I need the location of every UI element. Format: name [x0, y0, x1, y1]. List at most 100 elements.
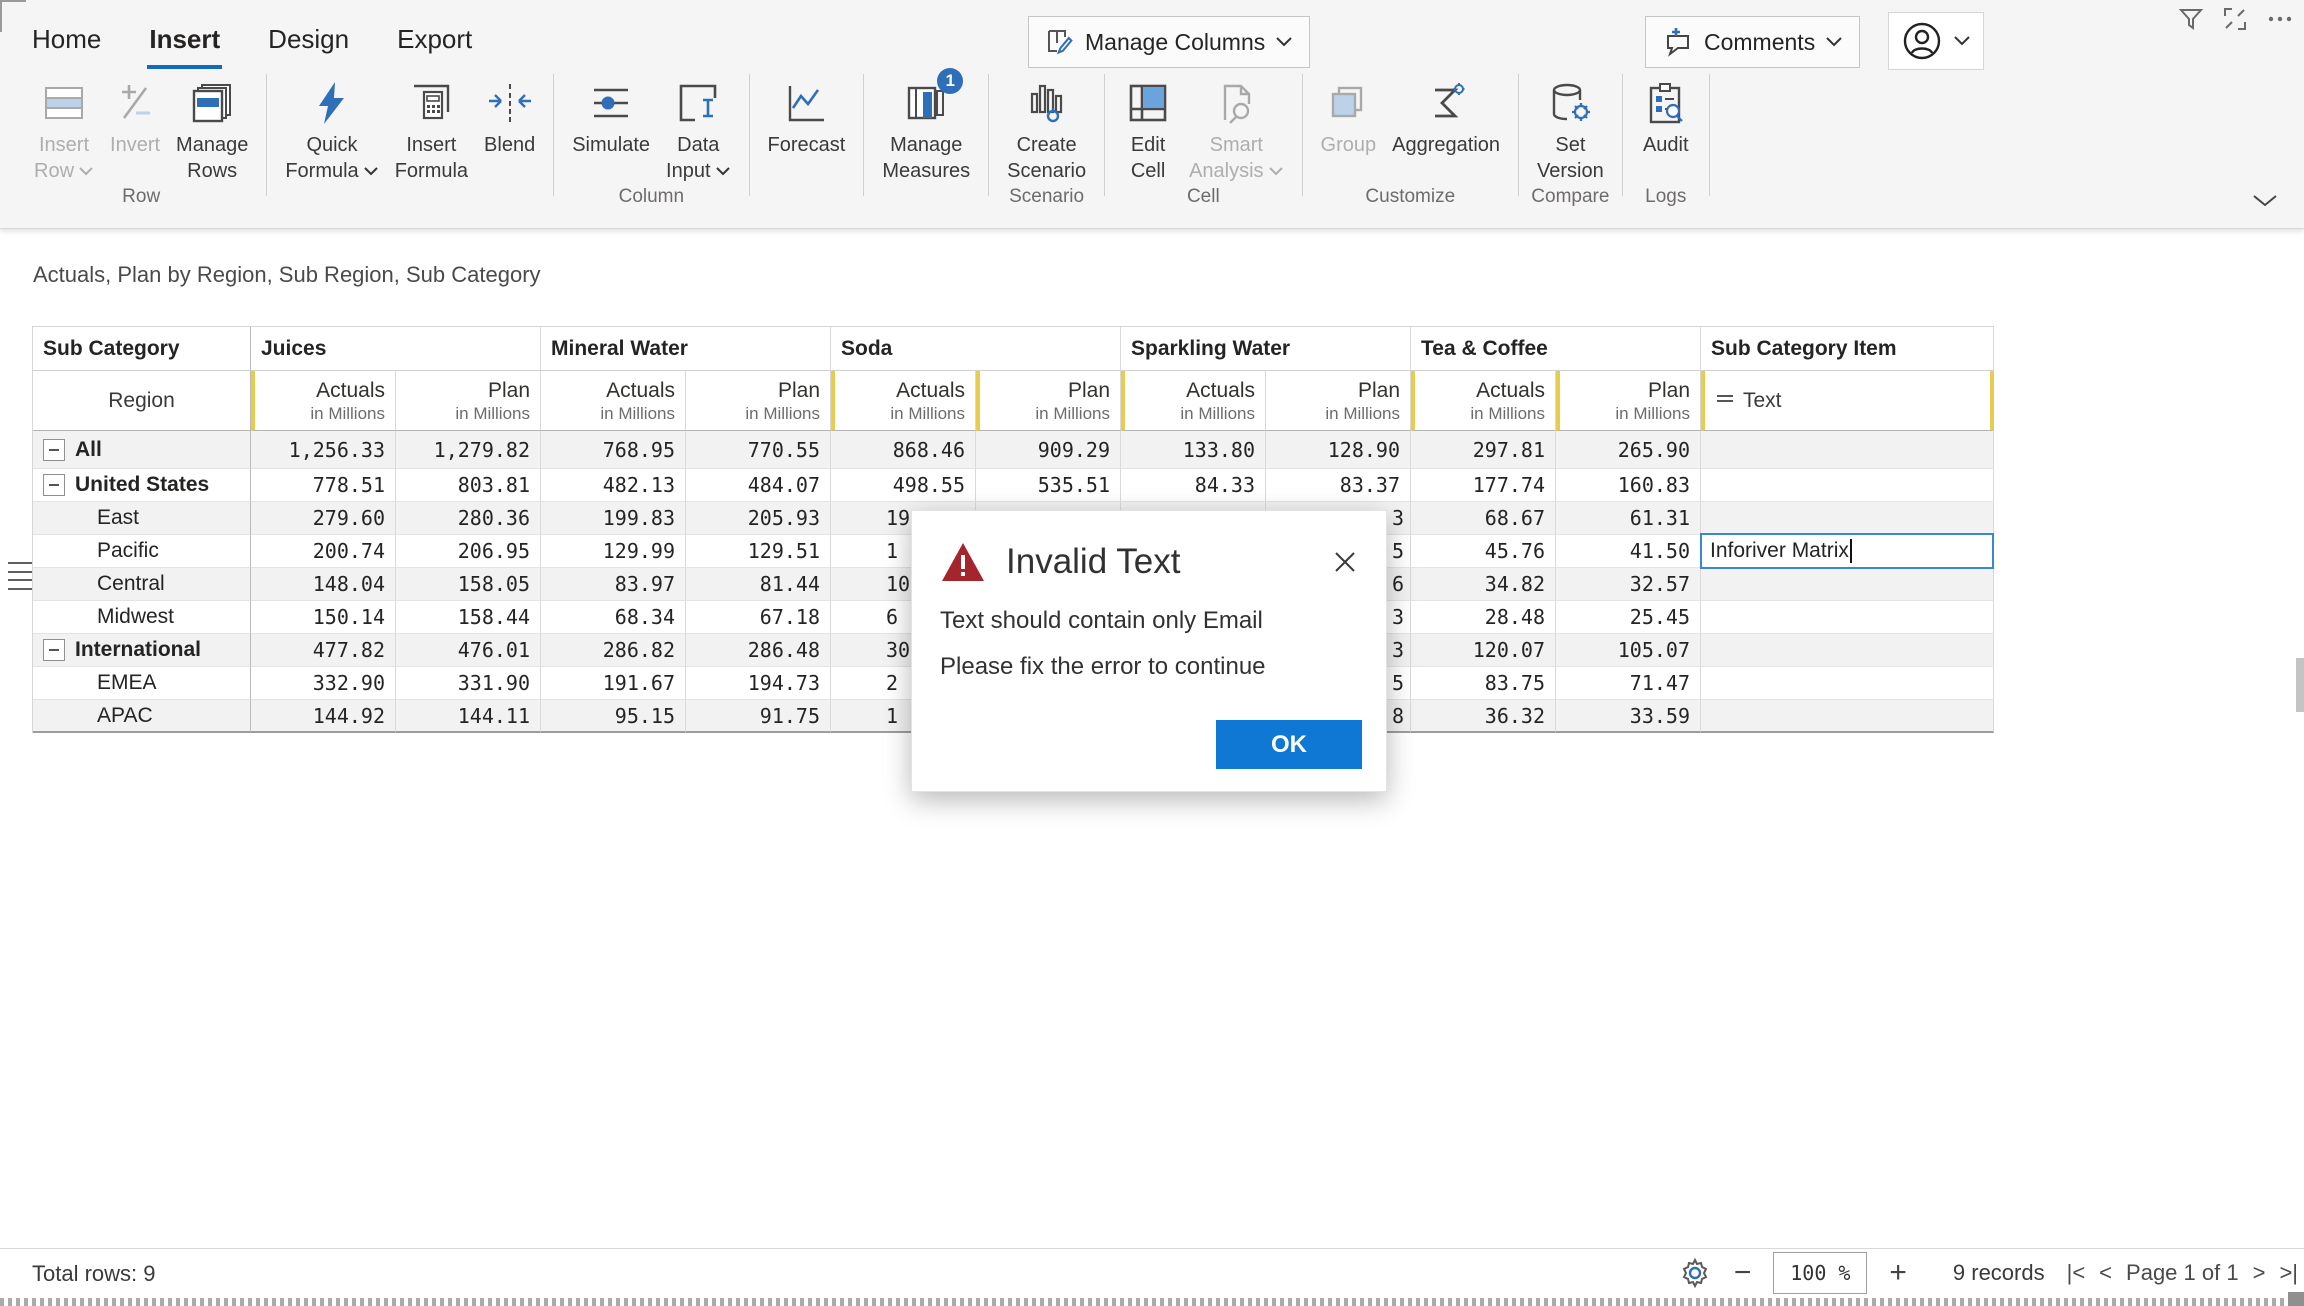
row-dimension-header[interactable]: Region	[33, 371, 251, 431]
measure-header-plan[interactable]: Planin Millions	[976, 371, 1121, 431]
row-header-east[interactable]: East	[33, 502, 251, 535]
group-button[interactable]: Group	[1313, 74, 1385, 184]
text-column-type-header[interactable]: Text	[1701, 371, 1994, 431]
collapse-icon[interactable]	[43, 474, 65, 496]
text-data-cell[interactable]	[1701, 700, 1994, 733]
insert-row-button[interactable]: InsertRow	[26, 74, 102, 184]
data-cell[interactable]: 160.83	[1556, 469, 1701, 502]
row-header-pacific[interactable]: Pacific	[33, 535, 251, 568]
column-header-text-column[interactable]: Sub Category Item	[1701, 327, 1994, 371]
ok-button[interactable]: OK	[1216, 720, 1362, 769]
horizontal-scrollbar[interactable]	[0, 1298, 2304, 1306]
edit-cell-button[interactable]: EditCell	[1115, 74, 1181, 184]
row-header-central[interactable]: Central	[33, 568, 251, 601]
comments-button[interactable]: Comments	[1645, 16, 1860, 68]
data-cell[interactable]: 205.93	[686, 502, 831, 535]
data-cell[interactable]: 95.15	[541, 700, 686, 733]
data-cell[interactable]: 265.90	[1556, 431, 1701, 469]
data-cell[interactable]: 120.07	[1411, 634, 1556, 667]
measure-header-actuals[interactable]: Actualsin Millions	[1121, 371, 1266, 431]
vertical-scrollbar-thumb[interactable]	[2296, 658, 2304, 712]
collapse-icon[interactable]	[43, 439, 65, 461]
row-header-apac[interactable]: APAC	[33, 700, 251, 733]
data-cell[interactable]: 129.99	[541, 535, 686, 568]
zoom-in-button[interactable]: +	[1889, 1258, 1907, 1288]
data-cell[interactable]: 158.44	[396, 601, 541, 634]
text-data-cell[interactable]	[1701, 634, 1994, 667]
manage-columns-button[interactable]: Manage Columns	[1028, 16, 1310, 68]
ribbon-collapse-button[interactable]	[2248, 190, 2282, 210]
data-cell[interactable]: 206.95	[396, 535, 541, 568]
measure-header-actuals[interactable]: Actualsin Millions	[251, 371, 396, 431]
text-data-cell[interactable]	[1701, 502, 1994, 535]
measure-header-plan[interactable]: Planin Millions	[396, 371, 541, 431]
data-cell[interactable]: 68.34	[541, 601, 686, 634]
data-cell[interactable]: 484.07	[686, 469, 831, 502]
data-cell[interactable]: 128.90	[1266, 431, 1411, 469]
column-group-header[interactable]: Soda	[831, 327, 1121, 371]
data-cell[interactable]: 200.74	[251, 535, 396, 568]
data-cell[interactable]: 61.31	[1556, 502, 1701, 535]
insert-formula-button[interactable]: InsertFormula	[387, 74, 476, 184]
cell-text-input[interactable]: Inforiver Matrix	[1700, 533, 1994, 569]
data-cell[interactable]: 33.59	[1556, 700, 1701, 733]
data-cell[interactable]: 34.82	[1411, 568, 1556, 601]
data-cell[interactable]: 67.18	[686, 601, 831, 634]
data-cell[interactable]: 477.82	[251, 634, 396, 667]
data-cell[interactable]: 768.95	[541, 431, 686, 469]
data-cell[interactable]: 83.97	[541, 568, 686, 601]
row-header-emea[interactable]: EMEA	[33, 667, 251, 700]
audit-button[interactable]: Audit	[1633, 74, 1699, 184]
tab-export[interactable]: Export	[395, 18, 474, 69]
data-input-button[interactable]: DataInput	[658, 74, 738, 184]
data-cell[interactable]: 803.81	[396, 469, 541, 502]
data-cell[interactable]: 36.32	[1411, 700, 1556, 733]
create-scenario-button[interactable]: CreateScenario	[999, 74, 1094, 184]
blend-button[interactable]: Blend	[476, 74, 543, 184]
filter-icon[interactable]	[2178, 6, 2204, 32]
text-data-cell[interactable]	[1701, 568, 1994, 601]
data-cell[interactable]: 331.90	[396, 667, 541, 700]
data-cell[interactable]: 148.04	[251, 568, 396, 601]
zoom-out-button[interactable]: −	[1734, 1258, 1752, 1288]
data-cell[interactable]: 498.55	[831, 469, 976, 502]
data-cell[interactable]: 91.75	[686, 700, 831, 733]
data-cell[interactable]: 150.14	[251, 601, 396, 634]
data-cell[interactable]: 770.55	[686, 431, 831, 469]
data-cell[interactable]: 778.51	[251, 469, 396, 502]
simulate-button[interactable]: Simulate	[564, 74, 658, 184]
set-version-button[interactable]: SetVersion	[1529, 74, 1612, 184]
data-cell[interactable]: 84.33	[1121, 469, 1266, 502]
manage-rows-button[interactable]: ManageRows	[168, 74, 256, 184]
close-icon[interactable]	[1332, 549, 1358, 575]
data-cell[interactable]: 199.83	[541, 502, 686, 535]
settings-gear-icon[interactable]	[1678, 1256, 1712, 1290]
forecast-button[interactable]: Forecast	[760, 74, 854, 184]
collapse-icon[interactable]	[43, 639, 65, 661]
data-cell[interactable]: 286.48	[686, 634, 831, 667]
column-group-header[interactable]: Juices	[251, 327, 541, 371]
next-page-button[interactable]: >	[2253, 1260, 2266, 1286]
column-group-header[interactable]: Tea & Coffee	[1411, 327, 1701, 371]
smart-analysis-button[interactable]: SmartAnalysis	[1181, 74, 1291, 184]
row-header-united-states[interactable]: United States	[33, 469, 251, 502]
data-cell[interactable]: 105.07	[1556, 634, 1701, 667]
data-cell[interactable]: 535.51	[976, 469, 1121, 502]
measure-header-actuals[interactable]: Actualsin Millions	[831, 371, 976, 431]
data-cell[interactable]: 133.80	[1121, 431, 1266, 469]
tab-design[interactable]: Design	[266, 18, 351, 69]
data-cell[interactable]: 83.37	[1266, 469, 1411, 502]
tab-home[interactable]: Home	[30, 18, 103, 69]
data-cell[interactable]: 158.05	[396, 568, 541, 601]
measure-header-plan[interactable]: Planin Millions	[686, 371, 831, 431]
data-cell[interactable]: 71.47	[1556, 667, 1701, 700]
text-data-cell[interactable]	[1701, 601, 1994, 634]
user-avatar-button[interactable]	[1888, 12, 1984, 70]
measure-header-plan[interactable]: Planin Millions	[1556, 371, 1701, 431]
data-cell[interactable]: 1,279.82	[396, 431, 541, 469]
data-cell[interactable]: 279.60	[251, 502, 396, 535]
prev-page-button[interactable]: <	[2099, 1260, 2112, 1286]
row-header-all[interactable]: All	[33, 431, 251, 469]
data-cell[interactable]: 1,256.33	[251, 431, 396, 469]
column-group-header[interactable]: Mineral Water	[541, 327, 831, 371]
